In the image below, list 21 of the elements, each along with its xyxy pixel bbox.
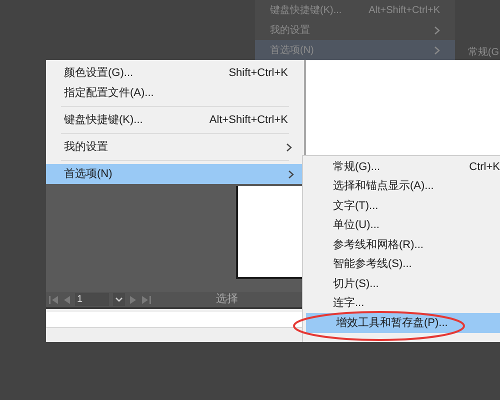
menu-item[interactable]: 指定配置文件(A)...: [46, 83, 304, 103]
submenu-item[interactable]: 常规(G)... Ctrl+K: [303, 157, 500, 176]
menu-item[interactable]: 键盘快捷键(K)... Alt+Shift+Ctrl+K: [46, 110, 304, 130]
tool-name: 选择: [215, 292, 239, 308]
last-page-icon[interactable]: [142, 296, 151, 304]
submenu-item[interactable]: 智能参考线(S)...: [303, 254, 500, 274]
submenu-item[interactable]: 连字...: [303, 294, 500, 313]
submenu-item[interactable]: 文字(T)...: [303, 196, 500, 216]
submenu-item[interactable]: 单位(U)...: [303, 216, 500, 235]
menu-item[interactable]: 颜色设置(G)... Shift+Ctrl+K: [46, 63, 304, 83]
submenu-item[interactable]: 参考线和网格(R)...: [303, 235, 500, 254]
submenu-item[interactable]: 切片(S)...: [303, 274, 500, 294]
submenu-item[interactable]: 增效工具和暂存盘(P)...: [306, 313, 500, 332]
previous-page-icon[interactable]: [62, 296, 71, 304]
page-number-field[interactable]: 1: [75, 293, 109, 306]
menu-item[interactable]: 我的设置: [46, 137, 304, 157]
first-page-icon[interactable]: [49, 296, 58, 304]
faded-submenu-text: 常规(G: [468, 46, 499, 60]
submenu-item[interactable]: 选择和锚点显示(A)...: [303, 176, 500, 196]
next-page-icon[interactable]: [129, 296, 138, 304]
dropdown-icon[interactable]: [113, 293, 125, 306]
